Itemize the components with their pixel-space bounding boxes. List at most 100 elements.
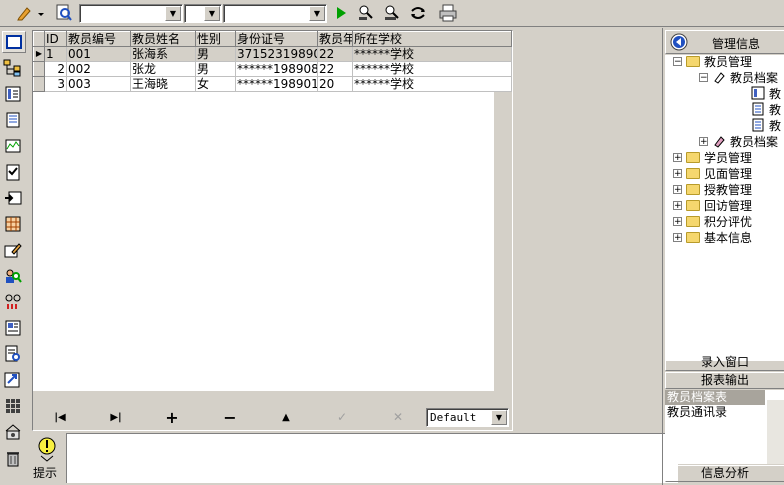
cell-name[interactable]: 张龙 [130, 61, 196, 77]
tree-structure-icon[interactable] [2, 58, 24, 78]
pencil-icon[interactable] [14, 3, 48, 23]
expand-icon[interactable]: + [673, 216, 682, 226]
column-header[interactable]: 性别 [195, 31, 236, 47]
list-icon[interactable] [2, 84, 24, 104]
tree-node-archives2[interactable]: + 教员档案 [699, 133, 778, 149]
column-header[interactable]: 教员姓名 [130, 31, 196, 47]
cell-id[interactable]: 2 [44, 61, 67, 77]
list-item-label: 教员档案表 [667, 390, 728, 404]
cell-code[interactable]: 003 [66, 76, 131, 92]
find-user-icon[interactable] [355, 3, 377, 23]
cell-code[interactable]: 002 [66, 61, 131, 77]
last-record-button[interactable]: ▶| [102, 408, 130, 426]
cell-school[interactable]: ******学校 [352, 46, 512, 62]
tree-leaf-3[interactable]: 教 [751, 117, 781, 133]
cell-idno[interactable]: ******19890101 [235, 76, 318, 92]
tree-node-group[interactable]: + 见面管理 [673, 165, 752, 181]
cell-age[interactable]: 22 [317, 61, 353, 77]
tree-node-group[interactable]: + 回访管理 [673, 197, 752, 213]
column-header[interactable]: 教员编号 [66, 31, 131, 47]
collapse-icon[interactable]: − [673, 56, 682, 66]
column-header[interactable]: 教员年 [317, 31, 353, 47]
document-search-icon[interactable] [2, 344, 24, 364]
chevron-down-icon[interactable]: ▼ [165, 6, 181, 21]
table-row[interactable]: 2 002 张龙 男 ******19890812 22 ******学校 [33, 61, 512, 77]
print-icon[interactable] [437, 3, 459, 23]
cell-age[interactable]: 22 [317, 46, 353, 62]
chevron-down-icon[interactable]: ▼ [309, 6, 325, 21]
edit-form-icon[interactable] [2, 240, 24, 260]
cancel-record-button[interactable]: ✕ [384, 408, 412, 426]
tree-node-group[interactable]: + 授教管理 [673, 181, 752, 197]
cell-id[interactable]: 1 [44, 46, 67, 62]
arrow-box-icon[interactable] [2, 188, 24, 208]
tree-leaf-1[interactable]: 教 [751, 85, 781, 101]
entry-window-button[interactable]: 录入窗口 [665, 354, 784, 371]
collapse-icon[interactable]: − [699, 72, 708, 82]
list-item[interactable]: 教员档案表 [665, 390, 765, 405]
tree-leaf-2[interactable]: 教 [751, 101, 781, 117]
folder-icon [686, 215, 700, 227]
link-icon[interactable] [2, 292, 24, 312]
report-output-button[interactable]: 报表输出 [665, 372, 784, 389]
cell-school[interactable]: ******学校 [352, 61, 512, 77]
filter-combo-2[interactable]: ▼ [184, 4, 222, 23]
grid-edit-icon[interactable] [2, 214, 24, 234]
cell-gender[interactable]: 女 [195, 76, 236, 92]
expand-icon[interactable]: + [673, 184, 682, 194]
list-item[interactable]: 教员通讯录 [665, 405, 765, 420]
expand-icon[interactable]: + [673, 168, 682, 178]
report-grid-icon[interactable] [2, 318, 24, 338]
cell-name[interactable]: 张海系 [130, 46, 196, 62]
expand-icon[interactable]: + [699, 136, 708, 146]
user-search-icon[interactable] [2, 266, 24, 286]
cell-idno[interactable]: 371523198908122 [235, 46, 318, 62]
scrollbar[interactable] [767, 400, 784, 464]
expand-icon[interactable]: + [673, 200, 682, 210]
back-circle-icon[interactable] [669, 33, 689, 51]
cell-school[interactable]: ******学校 [352, 76, 512, 92]
post-record-button[interactable]: ✓ [328, 408, 356, 426]
tree-node-group[interactable]: + 基本信息 [673, 229, 752, 245]
find-next-icon[interactable] [381, 3, 403, 23]
document-icon[interactable] [2, 110, 24, 130]
table-row[interactable]: 3 003 王海晓 女 ******19890101 20 ******学校 [33, 76, 512, 92]
tree-node-teacher-mgmt[interactable]: − 教员管理 [673, 55, 752, 69]
tree-node-group[interactable]: + 学员管理 [673, 149, 752, 165]
analysis-button[interactable]: 信息分析 [665, 465, 784, 482]
settings-icon[interactable] [2, 422, 24, 442]
cell-id[interactable]: 3 [44, 76, 67, 92]
tree-node-group[interactable]: + 积分评优 [673, 213, 752, 229]
cell-gender[interactable]: 男 [195, 61, 236, 77]
cell-idno[interactable]: ******19890812 [235, 61, 318, 77]
expand-icon[interactable]: + [673, 232, 682, 242]
chart-icon[interactable] [2, 136, 24, 156]
search-doc-icon[interactable] [53, 3, 75, 23]
chevron-down-icon[interactable]: ▼ [491, 410, 507, 425]
expand-icon[interactable]: + [673, 152, 682, 162]
cell-code[interactable]: 001 [66, 46, 131, 62]
grid-icon[interactable] [2, 396, 24, 416]
delete-record-button[interactable]: − [216, 408, 244, 427]
checklist-icon[interactable] [2, 162, 24, 182]
filter-combo-3[interactable]: ▼ [223, 4, 327, 23]
edit-record-button[interactable]: ▲ [272, 408, 300, 426]
window-icon[interactable] [2, 31, 26, 53]
table-row[interactable]: ▶ 1 001 张海系 男 371523198908122 22 ******学… [33, 46, 512, 62]
style-select[interactable]: Default ▼ [426, 408, 509, 427]
tree-node-archives[interactable]: − 教员档案 [699, 69, 778, 85]
trash-icon[interactable] [2, 448, 24, 468]
column-header[interactable]: 所在学校 [352, 31, 512, 47]
column-header[interactable]: 身份证号 [235, 31, 318, 47]
chevron-down-icon[interactable]: ▼ [204, 6, 220, 21]
run-icon[interactable] [330, 3, 352, 23]
cell-age[interactable]: 20 [317, 76, 353, 92]
refresh-icon[interactable] [407, 3, 429, 23]
first-record-button[interactable]: |◀ [46, 408, 74, 426]
cell-gender[interactable]: 男 [195, 46, 236, 62]
filter-combo-1[interactable]: ▼ [79, 4, 183, 23]
cell-name[interactable]: 王海晓 [130, 76, 196, 92]
column-header[interactable]: ID [44, 31, 67, 47]
export-icon[interactable] [2, 370, 24, 390]
add-record-button[interactable]: + [158, 408, 186, 427]
